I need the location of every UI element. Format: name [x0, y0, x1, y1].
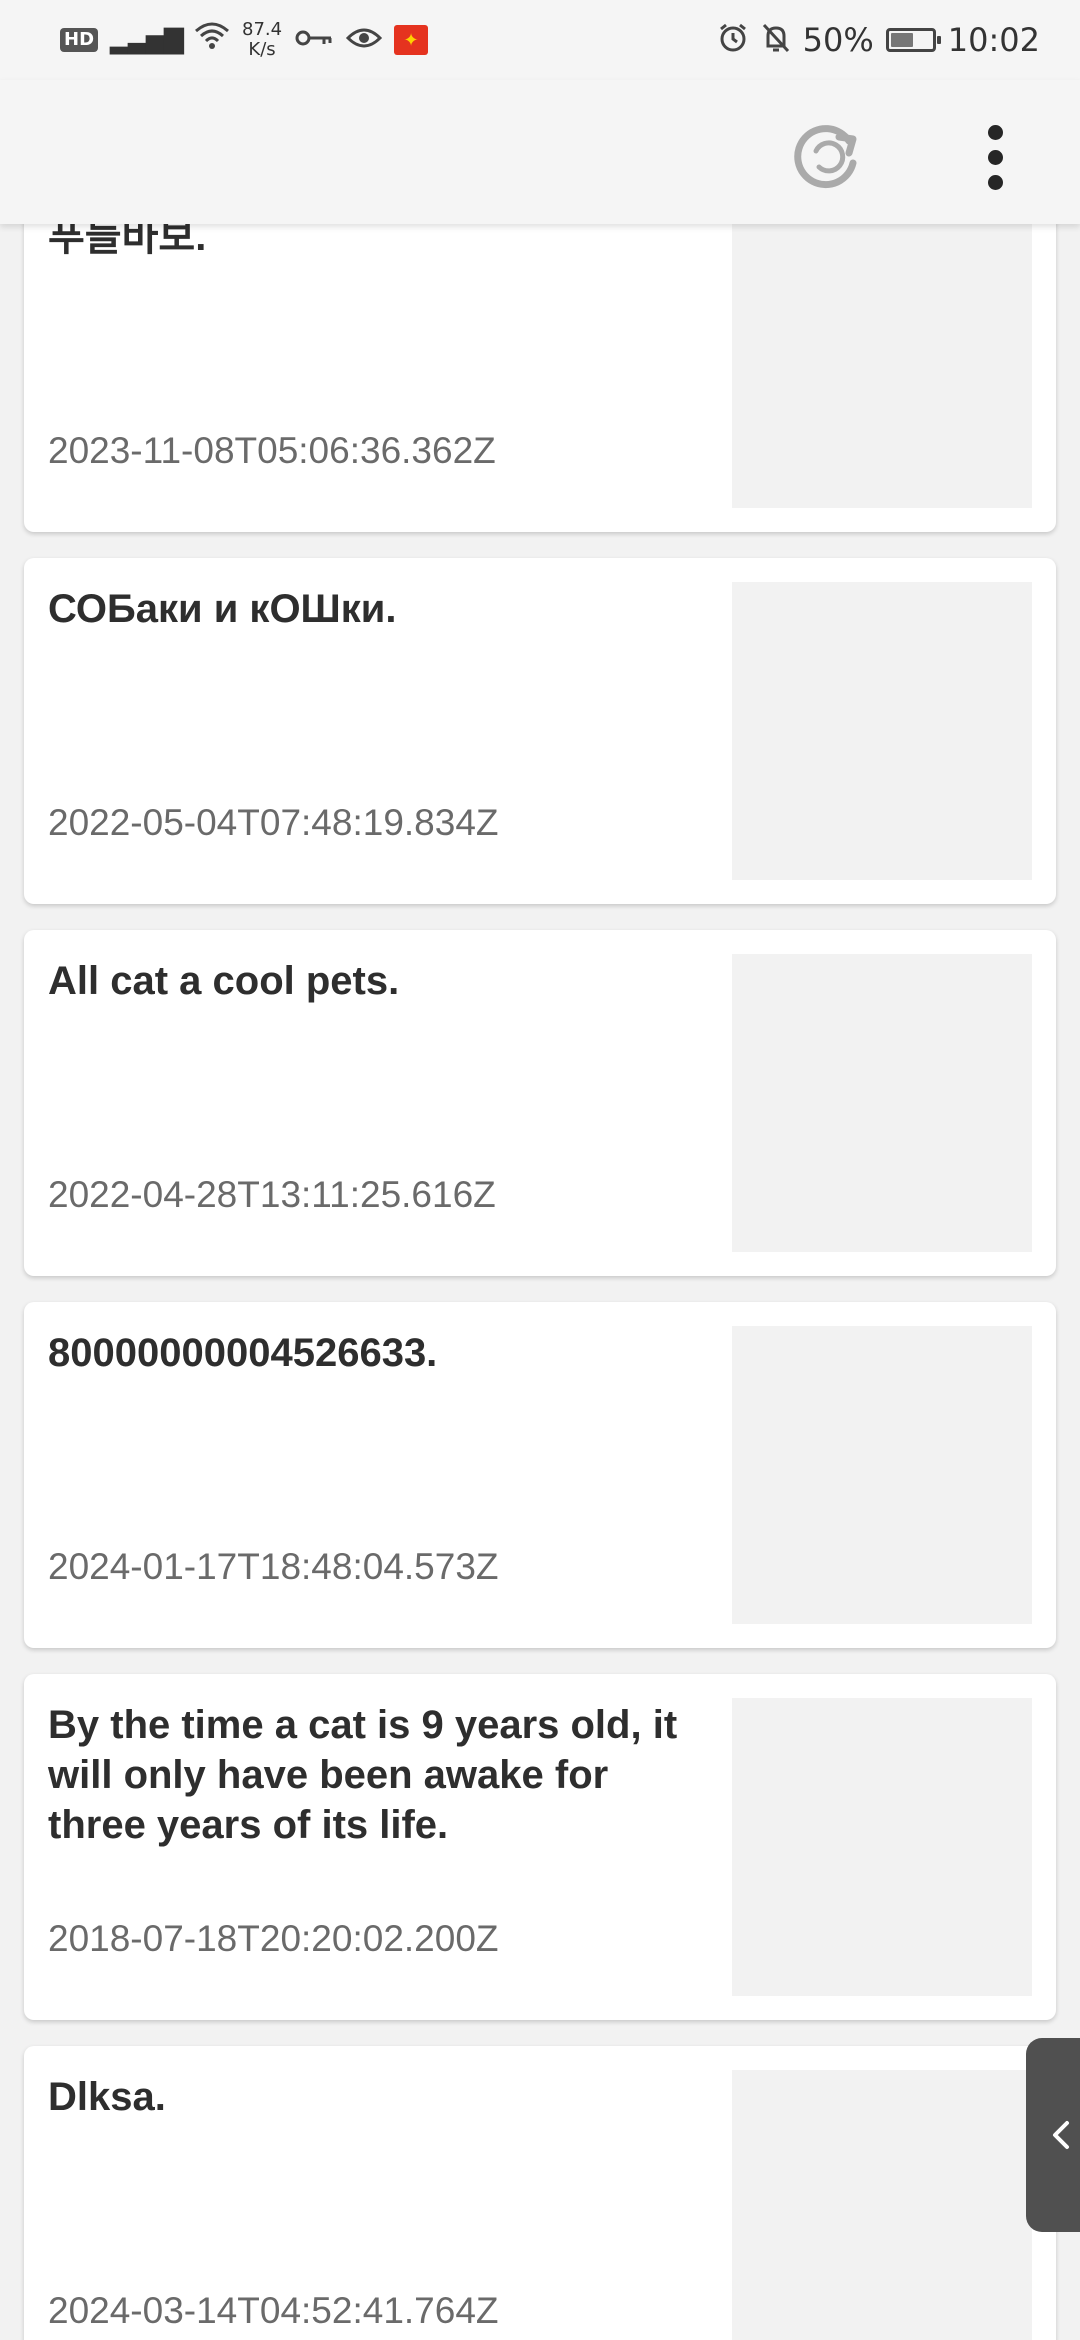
post-title: СОБаки и кОШки. — [48, 587, 397, 631]
more-vert-icon-dot — [987, 174, 1003, 190]
battery-level — [890, 33, 913, 47]
battery-percent: 50% — [802, 21, 874, 59]
chevron-left-icon — [1053, 2121, 1069, 2149]
post-date: 2022-05-04T07:48:19.834Z — [48, 802, 499, 843]
clock: 10:02 — [947, 21, 1040, 59]
refresh-button[interactable] — [786, 116, 868, 198]
wifi-icon — [194, 21, 230, 59]
refresh-icon — [794, 125, 857, 189]
signal-icon: ▂▃▅▇ — [110, 25, 184, 55]
post-thumbnail — [732, 954, 1032, 1252]
more-vert-icon — [987, 124, 1003, 140]
speed-value: 87.4 — [242, 19, 283, 40]
post-date: 2018-07-18T20:20:02.200Z — [48, 1918, 499, 1959]
post-card[interactable]: Dlksa. 2024-03-14T04:52:41.764Z — [24, 2046, 1056, 2340]
speed-unit: K/s — [248, 39, 276, 60]
post-thumbnail — [732, 224, 1032, 508]
battery-icon — [885, 28, 941, 52]
post-card[interactable]: 80000000004526633. 2024-01-17T18:48:04.5… — [24, 1302, 1056, 1648]
post-title: All cat a cool pets. — [48, 959, 400, 1003]
post-title: 80000000004526633. — [48, 1331, 438, 1375]
status-bar-left: HD ▂▃▅▇ 87.4 K/s ✦ — [60, 20, 429, 60]
post-card[interactable]: All cat a cool pets. 2022-04-28T13:11:25… — [24, 930, 1056, 1276]
post-list[interactable]: 푸들바보. 2023-11-08T05:06:36.362Z СОБаки и … — [0, 224, 1080, 2340]
post-date: 2023-11-08T05:06:36.362Z — [48, 430, 496, 471]
post-card[interactable]: 푸들바보. 2023-11-08T05:06:36.362Z — [24, 224, 1056, 532]
post-title: Dlksa. — [48, 2075, 166, 2119]
post-date: 2024-03-14T04:52:41.764Z — [48, 2290, 499, 2331]
network-speed: 87.4 K/s — [242, 20, 282, 60]
alarm-icon — [717, 22, 749, 58]
post-card[interactable]: СОБаки и кОШки. 2022-05-04T07:48:19.834Z — [24, 558, 1056, 904]
more-vert-icon-dot — [987, 149, 1003, 165]
side-panel-tab[interactable] — [1026, 2038, 1080, 2232]
post-title: 푸들바보. — [48, 224, 207, 259]
more-options-button[interactable] — [960, 110, 1030, 204]
bell-off-icon — [761, 22, 791, 58]
vpn-key-icon — [294, 28, 334, 52]
post-title: By the time a cat is 9 years old, it wil… — [48, 1703, 678, 1847]
post-thumbnail — [732, 2070, 1032, 2340]
app-notification-icon: ✦ — [394, 25, 429, 55]
post-date: 2022-04-28T13:11:25.616Z — [48, 1174, 496, 1215]
status-bar-right: 50% 10:02 — [717, 21, 1040, 59]
post-date: 2024-01-17T18:48:04.573Z — [48, 1546, 499, 1587]
eye-icon — [345, 26, 383, 54]
hd-indicator: HD — [60, 28, 99, 52]
app-bar — [0, 80, 1080, 224]
post-thumbnail — [732, 1326, 1032, 1624]
post-thumbnail — [732, 1698, 1032, 1996]
post-thumbnail — [732, 582, 1032, 880]
status-bar: HD ▂▃▅▇ 87.4 K/s ✦ 50% 10:02 — [0, 0, 1080, 80]
post-card[interactable]: By the time a cat is 9 years old, it wil… — [24, 1674, 1056, 2020]
